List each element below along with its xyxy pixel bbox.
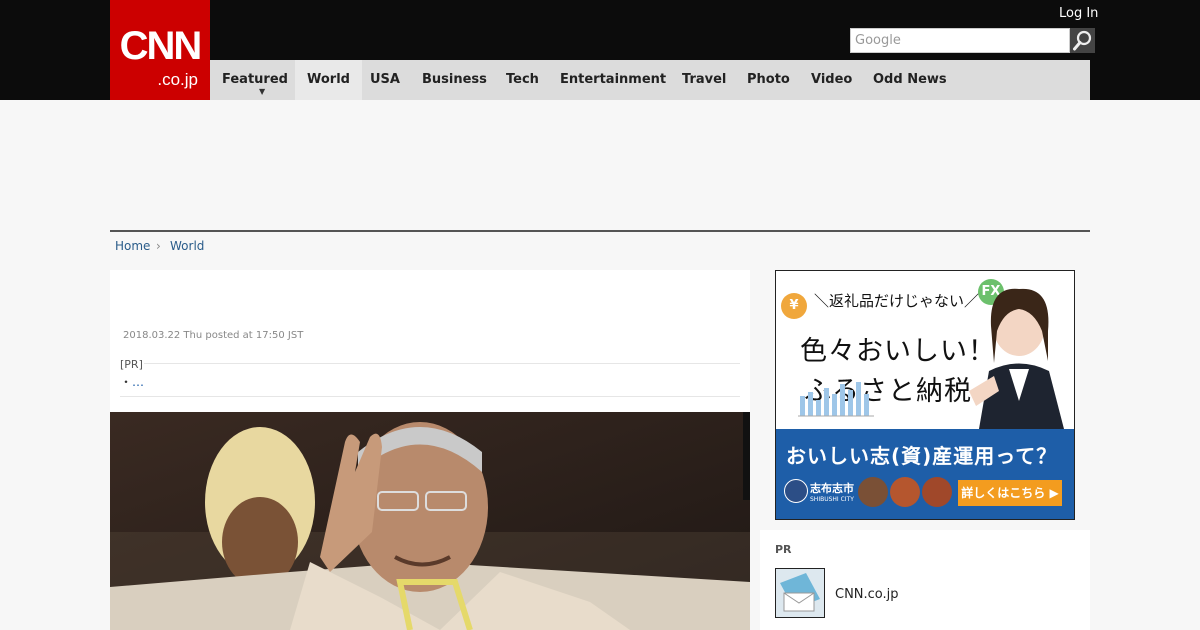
ad-cta-button[interactable]: 詳しくはこちら ▶ (958, 480, 1062, 506)
breadcrumb-home[interactable]: Home (115, 238, 150, 254)
ad-question: おいしい志(資)産運用って？ (786, 444, 1058, 468)
divider (144, 363, 740, 364)
nav-item-travel[interactable]: Travel (682, 60, 726, 100)
main-nav: Featured ▼ World USA Business Tech Enter… (210, 60, 1090, 100)
chevron-down-icon: ▼ (259, 87, 266, 96)
nav-item-world[interactable]: World (295, 60, 362, 100)
breadcrumb-world[interactable]: World (170, 238, 204, 254)
divider (120, 396, 740, 397)
gift-food-icon (858, 477, 888, 507)
pr-item-link[interactable]: CNN.co.jp (835, 587, 899, 602)
furusato-ad-banner[interactable]: ¥ FX ＼返礼品だけじゃない／ 色々おいしい！ ふるさと納税 おいしい志(資)… (775, 270, 1075, 520)
nav-item-video[interactable]: Video (811, 60, 852, 100)
top-ad-slot (110, 100, 1090, 230)
ad-spokesperson-image (969, 288, 1064, 429)
posted-timestamp: 2018.03.22 Thu posted at 17:50 JST (123, 330, 304, 341)
nav-item-photo[interactable]: Photo (747, 60, 790, 100)
ad-city-name-en: SHIBUSHI CITY (810, 496, 854, 503)
article-photo-image (110, 412, 750, 630)
article-photo[interactable] (110, 412, 750, 630)
search-input[interactable] (850, 28, 1070, 53)
pr-label: [PR] (120, 358, 143, 371)
search-button[interactable] (1070, 28, 1095, 53)
gift-food-icon (922, 477, 952, 507)
chevron-right-icon: › (156, 239, 161, 253)
pr-box-label: PR (775, 543, 792, 556)
ad-headline-small: ＼返礼品だけじゃない／ (814, 292, 980, 310)
ad-city-name: 志布志市 (810, 482, 854, 495)
sidebar-pr-box: PR CNN.co.jp (760, 530, 1090, 630)
yen-coin-icon: ¥ (781, 293, 807, 319)
photo-credit (743, 412, 750, 500)
pr-link[interactable]: ・… (120, 374, 144, 390)
logo-text: CNN (119, 24, 203, 68)
nav-item-tech[interactable]: Tech (506, 60, 539, 100)
nav-item-business[interactable]: Business (422, 60, 487, 100)
login-link[interactable]: Log In (1059, 6, 1098, 22)
section-divider (110, 230, 1090, 232)
city-emblem-icon (784, 479, 808, 503)
pr-thumbnail[interactable] (775, 568, 825, 618)
nav-item-entertainment[interactable]: Entertainment (560, 60, 666, 100)
gift-food-icon (890, 477, 920, 507)
nav-item-odd-news[interactable]: Odd News (873, 60, 947, 100)
ad-bottom-panel: おいしい志(資)産運用って？ 志布志市 SHIBUSHI CITY 詳しくはこち… (776, 429, 1074, 519)
cnn-logo[interactable]: CNN .co.jp (110, 0, 210, 100)
logo-domain: .co.jp (157, 70, 198, 89)
mini-chart-icon (798, 382, 874, 417)
nav-item-usa[interactable]: USA (370, 60, 400, 100)
magnifier-icon (1073, 30, 1092, 51)
envelope-icon (776, 569, 824, 617)
nav-item-featured[interactable]: Featured ▼ (222, 60, 288, 100)
article-card: 2018.03.22 Thu posted at 17:50 JST [PR] … (110, 270, 750, 630)
ad-top-panel: ¥ FX ＼返礼品だけじゃない／ 色々おいしい！ ふるさと納税 (776, 271, 1074, 429)
